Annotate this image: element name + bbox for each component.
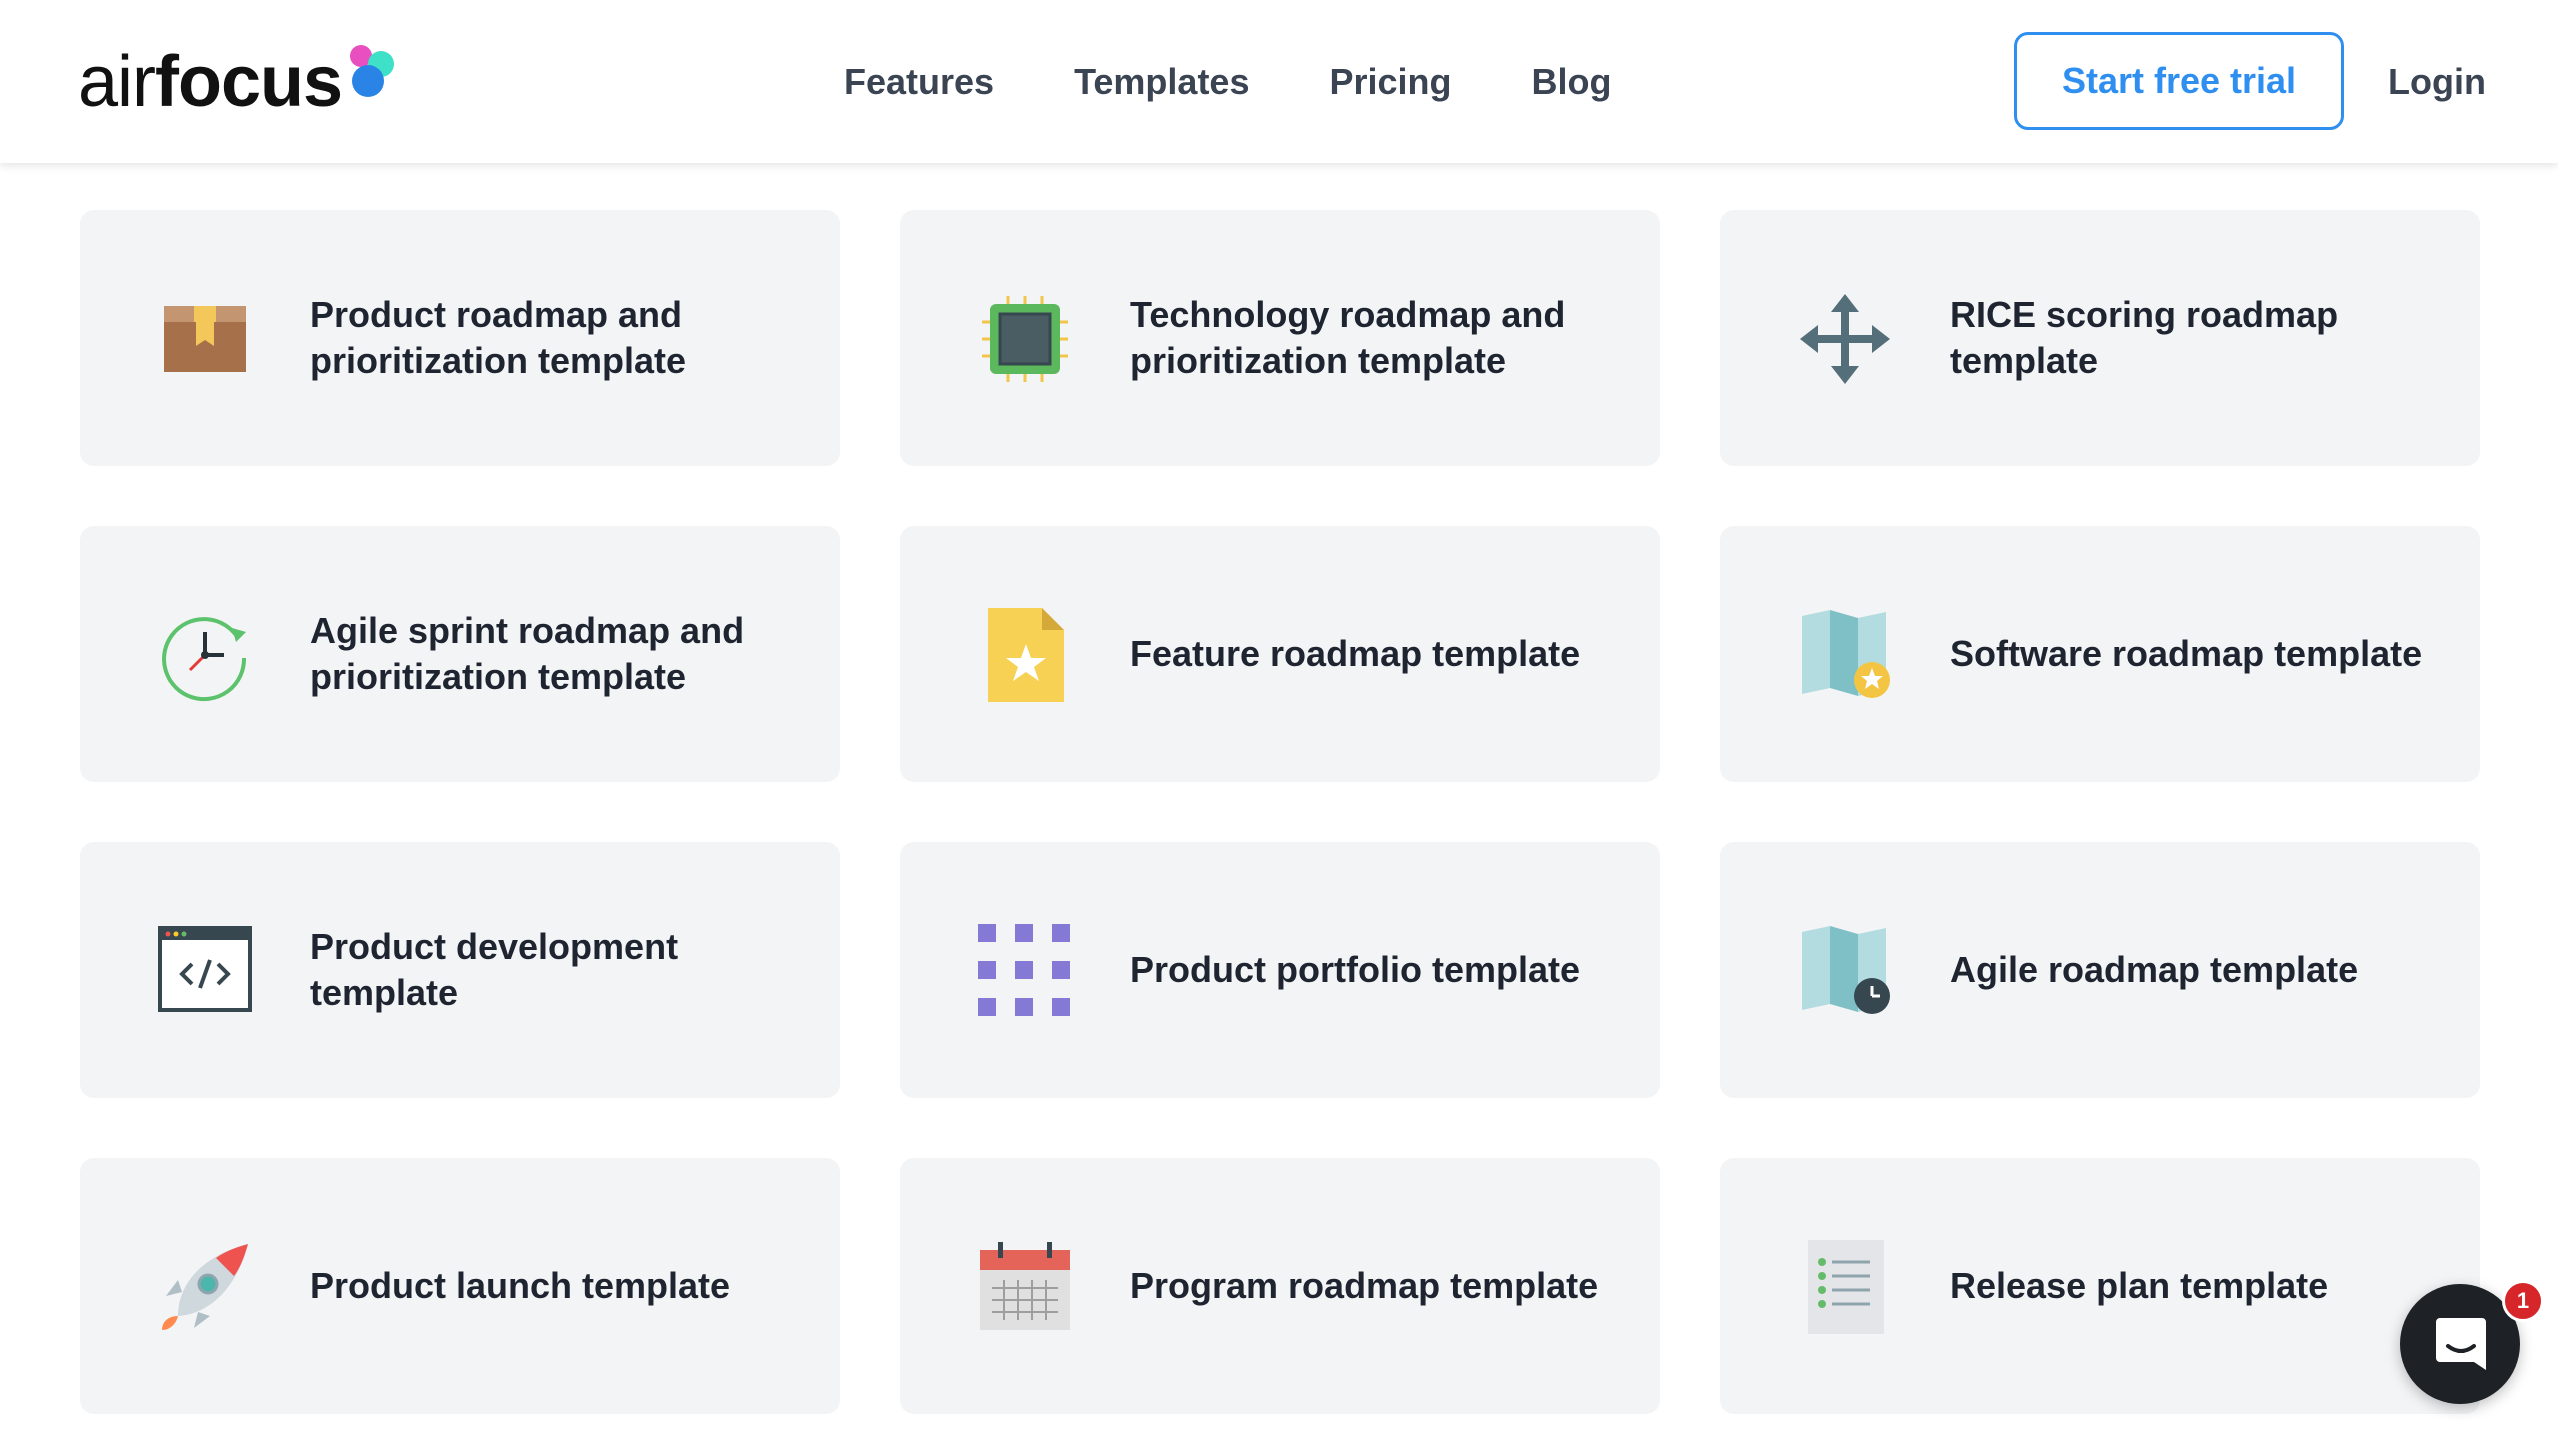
template-card[interactable]: Agile roadmap template [1720,842,2480,1098]
template-card[interactable]: RICE scoring roadmap template [1720,210,2480,466]
login-link[interactable]: Login [2388,56,2486,108]
template-title: Technology roadmap and prioritization te… [1130,294,1566,381]
nav-templates[interactable]: Templates [1074,56,1249,108]
start-free-trial-button[interactable]: Start free trial [2014,32,2344,130]
template-title: Agile sprint roadmap and prioritization … [310,610,745,697]
chip-icon [978,292,1072,386]
template-title: Release plan template [1950,1265,2329,1306]
main-nav: Features Templates Pricing Blog [844,56,1612,108]
template-card[interactable]: Product launch template [80,1158,840,1414]
code-window-icon [158,924,252,1018]
template-card[interactable]: Feature roadmap template [900,526,1660,782]
logo-dots-icon [346,45,402,105]
template-card[interactable]: Software roadmap template [1720,526,2480,782]
map-clock-icon [1798,924,1892,1018]
notification-badge: 1 [2502,1280,2544,1322]
template-card[interactable]: Product roadmap and prioritization templ… [80,210,840,466]
template-title: Product development template [310,926,679,1013]
chat-launcher-button[interactable]: 1 [2400,1280,2544,1404]
template-title: RICE scoring roadmap template [1950,294,2339,381]
grid-dots-icon [978,924,1072,1018]
airfocus-logo[interactable]: airfocus [78,42,402,122]
template-card[interactable]: Technology roadmap and prioritization te… [900,210,1660,466]
template-title: Software roadmap template [1950,633,2423,674]
template-title: Agile roadmap template [1950,949,2359,990]
template-card[interactable]: Product development template [80,842,840,1098]
template-title: Product launch template [310,1265,731,1306]
nav-pricing[interactable]: Pricing [1329,56,1451,108]
nav-features[interactable]: Features [844,56,994,108]
site-header: airfocus Features Templates Pricing Blog… [0,0,2558,163]
template-title: Product portfolio template [1130,949,1580,990]
template-title: Feature roadmap template [1130,633,1581,674]
template-card[interactable]: Release plan template [1720,1158,2480,1414]
star-document-icon [978,608,1072,702]
rocket-icon [158,1240,252,1334]
template-title: Program roadmap template [1130,1265,1599,1306]
template-title: Product roadmap and prioritization templ… [310,294,687,381]
chat-bubble-icon [2434,1316,2488,1372]
move-arrows-icon [1798,292,1892,386]
template-card[interactable]: Product portfolio template [900,842,1660,1098]
template-card[interactable]: Agile sprint roadmap and prioritization … [80,526,840,782]
template-card[interactable]: Program roadmap template [900,1158,1660,1414]
calendar-icon [978,1240,1072,1334]
clock-cycle-icon [158,608,252,702]
nav-blog[interactable]: Blog [1532,56,1612,108]
logo-wordmark: airfocus [78,42,343,122]
package-icon [158,292,252,386]
checklist-icon [1798,1240,1892,1334]
map-star-icon [1798,608,1892,702]
